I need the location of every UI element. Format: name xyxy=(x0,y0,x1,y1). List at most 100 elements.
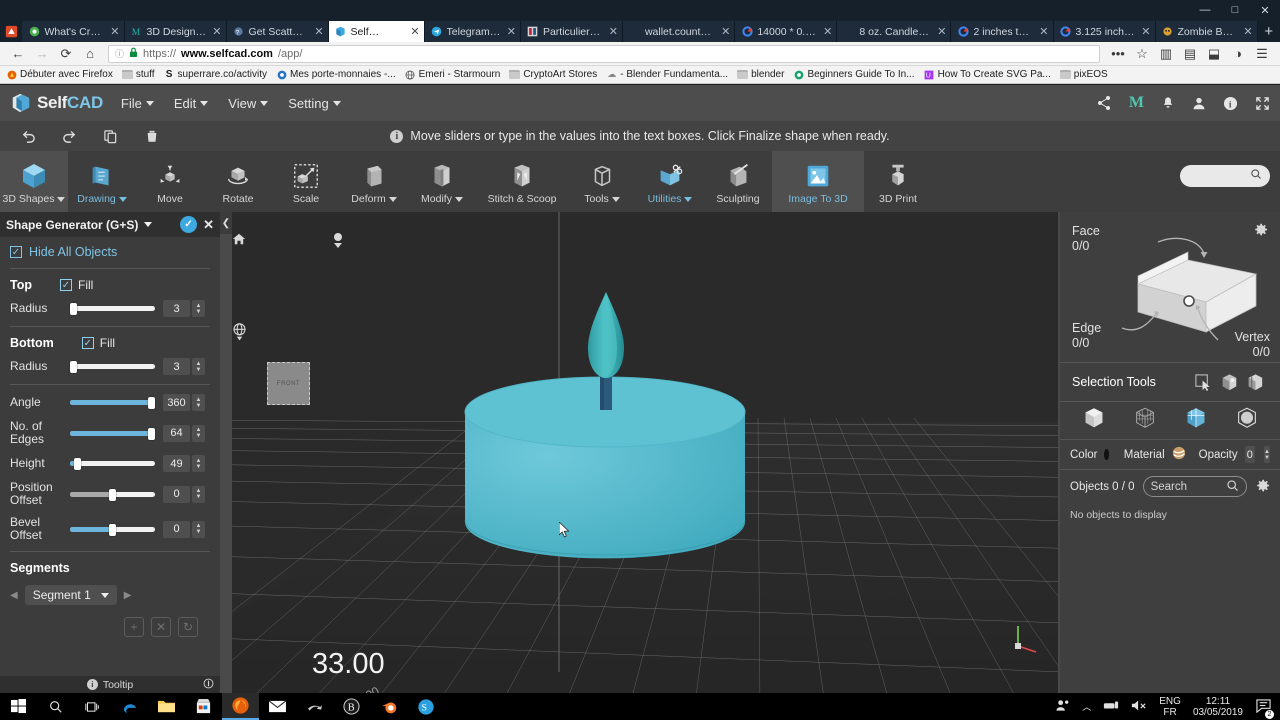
top-fill-checkbox[interactable]: ✓ xyxy=(59,279,72,291)
objects-settings-icon[interactable] xyxy=(1255,478,1270,496)
home-icon[interactable] xyxy=(232,232,246,251)
torrent-icon[interactable] xyxy=(296,693,333,720)
menu-setting[interactable]: Setting xyxy=(288,96,341,111)
segment-dropdown[interactable]: Segment 1 xyxy=(24,585,117,605)
bookmark-item[interactable]: pixEOS xyxy=(1059,69,1108,80)
chevron-up-icon[interactable]: ︿ xyxy=(1082,700,1091,713)
network-icon[interactable] xyxy=(1103,699,1119,714)
segment-next-button[interactable]: ▶ xyxy=(124,590,132,601)
redo-button[interactable] xyxy=(49,121,90,151)
bookmark-item[interactable]: CryptoArt Stores xyxy=(509,69,597,80)
bell-icon[interactable] xyxy=(1161,96,1175,111)
segment-reset-button[interactable]: ↻ xyxy=(178,617,198,637)
forward-button[interactable]: → xyxy=(30,43,54,65)
firefox-icon[interactable] xyxy=(222,693,259,720)
undo-button[interactable] xyxy=(8,121,49,151)
tooltip-toggle-icon[interactable] xyxy=(203,678,214,692)
account-icon[interactable]: ◑ xyxy=(1226,43,1250,65)
hide-all-objects-checkbox[interactable]: ✓ xyxy=(10,246,22,258)
page-info-icon[interactable]: ⓘ xyxy=(115,47,124,60)
tab-close-icon[interactable]: ✕ xyxy=(721,25,730,38)
edge-icon[interactable] xyxy=(111,693,148,720)
tab-close-icon[interactable]: ✕ xyxy=(609,25,618,38)
medium-m-icon[interactable]: M xyxy=(1129,94,1144,112)
position-offset-value[interactable]: 0 xyxy=(163,485,190,503)
edges-value[interactable]: 64 xyxy=(163,424,190,442)
maximize-button[interactable]: □ xyxy=(1220,0,1250,20)
browser-tab[interactable]: What's CryptoFig ✕ xyxy=(22,21,125,42)
tab-close-icon[interactable]: ✕ xyxy=(823,25,832,38)
store-icon[interactable] xyxy=(185,693,222,720)
new-tab-button[interactable]: + xyxy=(1258,21,1280,42)
edges-stepper[interactable]: ▲ ▼ xyxy=(192,424,205,442)
people-icon[interactable] xyxy=(1055,699,1070,715)
angle-stepper[interactable]: ▲ ▼ xyxy=(192,394,205,411)
solid-mode-icon[interactable] xyxy=(1081,405,1107,436)
task-view-icon[interactable] xyxy=(74,693,111,720)
browser-tab[interactable]: Telegram Web ✕ xyxy=(424,21,521,42)
bookmark-item[interactable]: blender xyxy=(737,69,784,80)
bookmark-item[interactable]: Emeri - Starmourn xyxy=(405,69,500,80)
globe-icon[interactable] xyxy=(232,322,247,349)
view-orientation-cube[interactable]: FRONT xyxy=(267,362,310,405)
save-to-pocket-icon[interactable]: ⬓ xyxy=(1202,43,1226,65)
box-select-icon[interactable] xyxy=(1216,372,1242,393)
bottom-fill-checkbox[interactable]: ✓ xyxy=(81,337,94,349)
bevel-offset-value[interactable]: 0 xyxy=(163,520,190,538)
copy-button[interactable] xyxy=(90,121,131,151)
clock[interactable]: 12:11 03/05/2019 xyxy=(1193,696,1243,718)
browser-tab[interactable]: Particuliers | auth ✕ xyxy=(520,21,623,42)
bookmark-item[interactable]: S superrare.co/activity xyxy=(164,69,267,80)
rect-select-icon[interactable] xyxy=(1190,373,1216,392)
library-icon[interactable]: ▥ xyxy=(1154,43,1178,65)
overflow-menu-icon[interactable]: ••• xyxy=(1106,43,1130,65)
bookmark-item[interactable]: stuff xyxy=(121,69,155,80)
bookmark-star-icon[interactable]: ☆ xyxy=(1130,43,1154,65)
top-fill-row[interactable]: ✓ Fill xyxy=(59,278,93,292)
browser-tab[interactable]: 14000 * 0.051 - Go ✕ xyxy=(735,21,838,42)
height-slider[interactable] xyxy=(70,458,155,470)
browser-tab[interactable]: 8 oz. Candle Tin - Can ✕ xyxy=(837,21,952,42)
angle-slider[interactable] xyxy=(70,397,155,409)
user-icon[interactable] xyxy=(1192,96,1206,111)
tab-close-icon[interactable]: ✕ xyxy=(314,25,323,38)
finalize-shape-button[interactable]: ✓ xyxy=(180,216,198,233)
back-button[interactable]: ← xyxy=(6,43,30,65)
angle-value[interactable]: 360 xyxy=(163,394,190,411)
panel-collapse-button[interactable]: ❮ xyxy=(220,212,232,234)
bookmark-item[interactable]: Débuter avec Firefox xyxy=(6,69,113,80)
ribbon-drawing[interactable]: Drawing xyxy=(68,151,136,212)
opacity-value[interactable]: 0 xyxy=(1244,446,1256,463)
tab-close-icon[interactable]: ✕ xyxy=(110,25,119,38)
close-panel-button[interactable]: ✕ xyxy=(203,217,214,233)
tab-close-icon[interactable]: ✕ xyxy=(1141,25,1150,38)
close-window-button[interactable]: ✕ xyxy=(1250,0,1280,20)
segment-prev-button[interactable]: ◀ xyxy=(10,590,18,601)
browser-tab-active[interactable]: SelfCAD ✕ xyxy=(328,21,425,42)
bookmark-item[interactable]: ☁ - Blender Fundamenta... xyxy=(606,69,728,80)
mail-icon[interactable] xyxy=(259,693,296,720)
fullscreen-icon[interactable] xyxy=(1255,96,1270,111)
browser-tab[interactable]: ? Get Scatter, your ✕ xyxy=(226,21,329,42)
light-icon[interactable] xyxy=(330,230,346,259)
browser-tab[interactable]: M 3D Design and Pr ✕ xyxy=(124,21,227,42)
bookmark-item[interactable]: U How To Create SVG Pa... xyxy=(924,69,1051,80)
tab-close-icon[interactable]: ✕ xyxy=(410,25,419,38)
browser-tab[interactable]: 2 inches to mm - ✕ xyxy=(951,21,1054,42)
ribbon-scale[interactable]: Scale xyxy=(272,151,340,212)
hide-all-objects-row[interactable]: ✓ Hide All Objects xyxy=(10,245,210,259)
bottom-radius-stepper[interactable]: ▲ ▼ xyxy=(192,358,205,375)
menu-file[interactable]: File xyxy=(121,96,154,111)
minimize-button[interactable]: — xyxy=(1190,0,1220,20)
skype-icon[interactable]: S xyxy=(407,693,444,720)
start-icon[interactable] xyxy=(0,693,37,720)
ribbon-sculpting[interactable]: Sculpting xyxy=(704,151,772,212)
browser-tab[interactable]: wallet.counterwallet. ✕ xyxy=(622,21,736,42)
position-offset-stepper[interactable]: ▲ ▼ xyxy=(192,485,205,503)
top-radius-slider[interactable] xyxy=(70,303,155,315)
sidebar-icon[interactable]: ▤ xyxy=(1178,43,1202,65)
bottom-fill-row[interactable]: ✓ Fill xyxy=(81,336,115,350)
ribbon-3d-print[interactable]: 3D Print xyxy=(864,151,932,212)
menu-view[interactable]: View xyxy=(228,96,269,111)
address-bar[interactable]: ⓘ https:// www.selfcad.com /app/ xyxy=(108,44,1100,63)
